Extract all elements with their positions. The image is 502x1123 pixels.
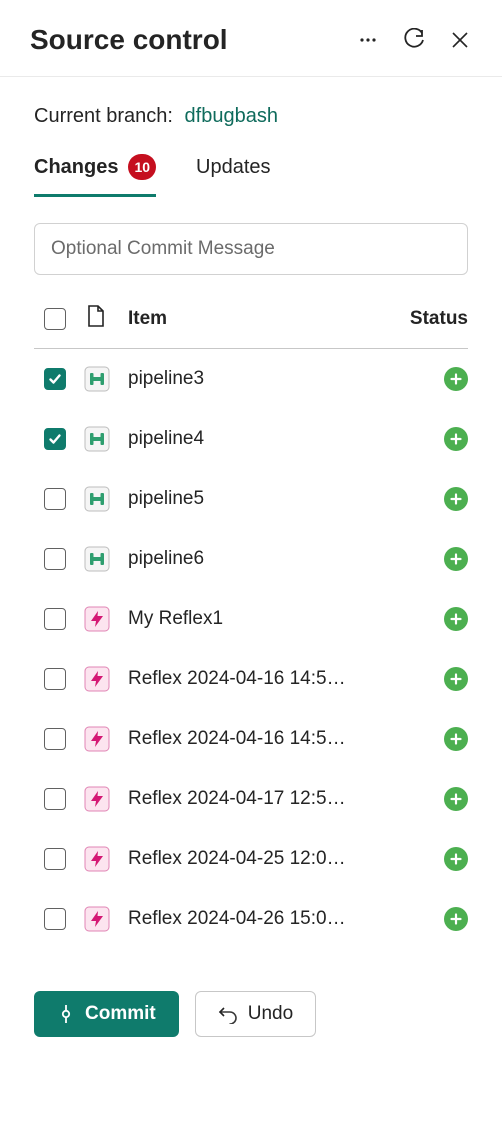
tab-updates[interactable]: Updates — [196, 156, 271, 196]
reflex-icon — [84, 846, 110, 872]
row-checkbox[interactable] — [44, 548, 66, 570]
panel-body: Current branch: dfbugbash Changes 10 Upd… — [0, 77, 502, 969]
row-checkbox[interactable] — [44, 728, 66, 750]
item-name: Reflex 2024-04-25 12:0… — [126, 848, 408, 870]
item-name: pipeline3 — [126, 368, 408, 390]
status-added-icon — [444, 367, 468, 391]
tab-changes-label: Changes — [34, 156, 118, 179]
table-row[interactable]: pipeline4 — [34, 409, 468, 469]
commit-icon — [57, 1005, 75, 1023]
reflex-icon — [84, 666, 110, 692]
table-row[interactable]: pipeline6 — [34, 529, 468, 589]
item-name: Reflex 2024-04-16 14:5… — [126, 728, 408, 750]
row-checkbox[interactable] — [44, 908, 66, 930]
undo-button-label: Undo — [248, 1003, 293, 1025]
status-added-icon — [444, 847, 468, 871]
commit-button-label: Commit — [85, 1003, 156, 1025]
current-branch-name[interactable]: dfbugbash — [185, 105, 278, 127]
item-name: Reflex 2024-04-26 15:0… — [126, 908, 408, 930]
row-checkbox[interactable] — [44, 368, 66, 390]
table-row[interactable]: Reflex 2024-04-17 12:5… — [34, 769, 468, 829]
status-added-icon — [444, 487, 468, 511]
panel-title: Source control — [30, 24, 356, 56]
pipeline-icon — [84, 426, 110, 452]
table-row[interactable]: Reflex 2024-04-25 12:0… — [34, 829, 468, 889]
table-row[interactable]: Reflex 2024-04-16 14:5… — [34, 709, 468, 769]
table-row[interactable]: Reflex 2024-04-26 15:0… — [34, 889, 468, 949]
tab-changes[interactable]: Changes 10 — [34, 154, 156, 197]
status-added-icon — [444, 607, 468, 631]
row-checkbox[interactable] — [44, 788, 66, 810]
undo-button[interactable]: Undo — [195, 991, 316, 1037]
row-checkbox[interactable] — [44, 428, 66, 450]
panel-header: Source control — [0, 0, 502, 77]
changes-count-badge: 10 — [128, 154, 156, 180]
item-name: Reflex 2024-04-17 12:5… — [126, 788, 408, 810]
status-added-icon — [444, 907, 468, 931]
status-added-icon — [444, 667, 468, 691]
commit-button[interactable]: Commit — [34, 991, 179, 1037]
pipeline-icon — [84, 486, 110, 512]
select-all-checkbox[interactable] — [44, 308, 66, 330]
item-name: Reflex 2024-04-16 14:5… — [126, 668, 408, 690]
commit-message-input[interactable] — [34, 223, 468, 275]
status-added-icon — [444, 547, 468, 571]
reflex-icon — [84, 606, 110, 632]
table-row[interactable]: My Reflex1 — [34, 589, 468, 649]
refresh-icon[interactable] — [402, 28, 426, 52]
more-icon[interactable] — [356, 28, 380, 52]
row-checkbox[interactable] — [44, 668, 66, 690]
close-icon[interactable] — [448, 28, 472, 52]
item-name: My Reflex1 — [126, 608, 408, 630]
status-added-icon — [444, 427, 468, 451]
item-name: pipeline5 — [126, 488, 408, 510]
reflex-icon — [84, 906, 110, 932]
pipeline-icon — [84, 546, 110, 572]
current-branch-label: Current branch: — [34, 105, 173, 127]
current-branch-row: Current branch: dfbugbash — [34, 105, 468, 128]
table-row[interactable]: Reflex 2024-04-16 14:5… — [34, 649, 468, 709]
item-name: pipeline6 — [126, 548, 408, 570]
table-row[interactable]: pipeline3 — [34, 349, 468, 409]
header-actions — [356, 28, 472, 52]
reflex-icon — [84, 726, 110, 752]
row-checkbox[interactable] — [44, 608, 66, 630]
pipeline-icon — [84, 366, 110, 392]
column-header-status[interactable]: Status — [408, 308, 468, 330]
footer: Commit Undo — [0, 969, 502, 1059]
column-header-item[interactable]: Item — [126, 308, 408, 330]
row-checkbox[interactable] — [44, 488, 66, 510]
item-name: pipeline4 — [126, 428, 408, 450]
reflex-icon — [84, 786, 110, 812]
tab-updates-label: Updates — [196, 156, 271, 179]
tabs: Changes 10 Updates — [34, 154, 468, 197]
status-added-icon — [444, 787, 468, 811]
row-checkbox[interactable] — [44, 848, 66, 870]
status-added-icon — [444, 727, 468, 751]
grid-body: pipeline3 pipeline4 pipeline5 pipeline6 My R… — [34, 349, 468, 949]
table-row[interactable]: pipeline5 — [34, 469, 468, 529]
undo-icon — [218, 1004, 238, 1024]
grid-header: Item Status — [34, 289, 468, 349]
file-icon — [86, 304, 106, 328]
